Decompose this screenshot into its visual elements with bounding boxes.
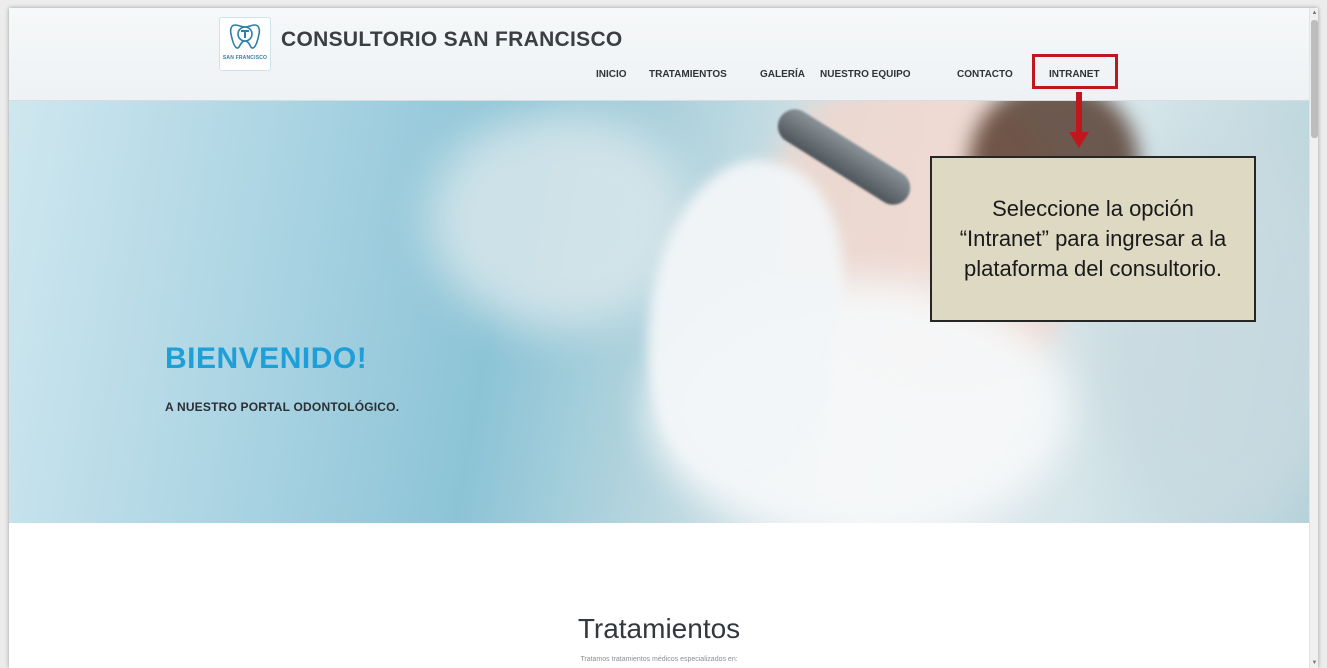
logo-label: SAN FRANCISCO — [222, 55, 268, 61]
hero-subtitle: A NUESTRO PORTAL ODONTOLÓGICO. — [165, 400, 400, 414]
callout-arrow-line — [1076, 92, 1082, 136]
site-logo[interactable]: SAN FRANCISCO — [219, 17, 271, 71]
nav-item-inicio[interactable]: INICIO — [596, 69, 627, 80]
browser-viewport: SAN FRANCISCO CONSULTORIO SAN FRANCISCO … — [9, 8, 1318, 668]
triangle-up-icon[interactable]: ▲ — [1310, 8, 1318, 18]
callout-text: Seleccione la opción “Intranet” para ing… — [959, 196, 1227, 281]
nav-item-tratamientos[interactable]: TRATAMIENTOS — [649, 69, 727, 80]
nav-item-nuestro-equipo[interactable]: NUESTRO EQUIPO — [820, 69, 911, 80]
section-title: Tratamientos — [577, 613, 741, 644]
hero-title: BIENVENIDO! — [165, 342, 368, 375]
triangle-down-icon[interactable]: ▼ — [1310, 658, 1318, 668]
vertical-scrollbar[interactable]: ▲ ▼ — [1309, 8, 1318, 668]
nav-item-contacto[interactable]: CONTACTO — [957, 69, 1013, 80]
instruction-callout: Seleccione la opción “Intranet” para ing… — [930, 156, 1256, 322]
hero-photo-shape — [429, 110, 689, 330]
site-title[interactable]: CONSULTORIO SAN FRANCISCO — [281, 28, 623, 52]
intranet-highlight-box — [1032, 54, 1118, 89]
tooth-logo-icon — [229, 24, 261, 49]
section-subtitle: Tratamos tratamientos médicos especializ… — [580, 656, 738, 663]
nav-item-galeria[interactable]: GALERÍA — [760, 69, 805, 80]
scrollbar-thumb[interactable] — [1311, 20, 1318, 138]
arrow-down-icon — [1069, 132, 1089, 148]
